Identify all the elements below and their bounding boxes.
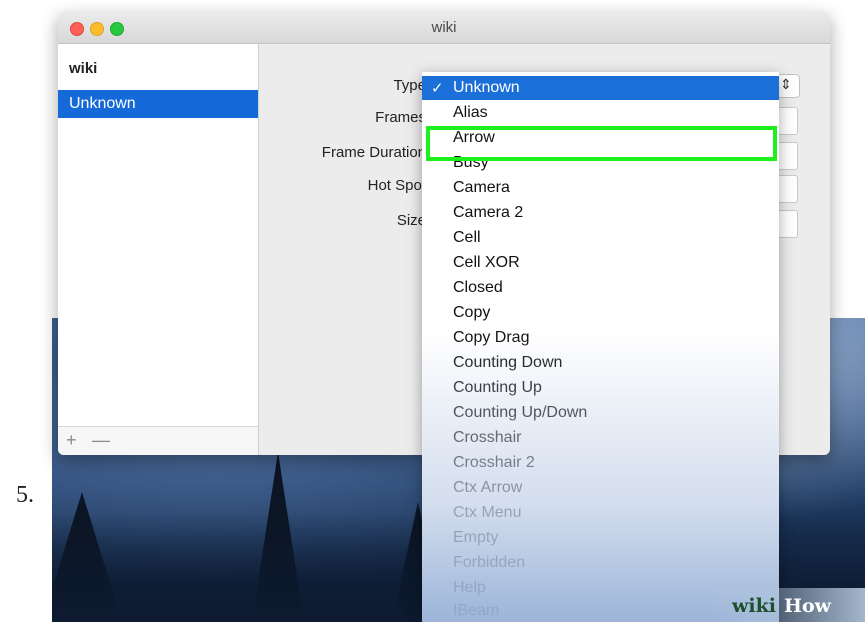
sidebar-footer: + — (58, 426, 258, 455)
menu-item-counting-up-down[interactable]: Counting Up/Down (422, 401, 779, 426)
arrow-highlight-box (426, 126, 777, 161)
menu-item-empty[interactable]: Empty (422, 526, 779, 551)
sidebar-item-label: Unknown (69, 95, 136, 112)
hot-spot-label: Hot Spot (367, 177, 426, 194)
frame-duration-label: Frame Duration (321, 144, 426, 161)
title-bar: wiki (58, 12, 830, 44)
frames-label: Frames (375, 109, 426, 126)
menu-item-ctx-arrow[interactable]: Ctx Arrow (422, 476, 779, 501)
window-title: wiki (431, 19, 457, 36)
popup-arrows-icon: ⇕ (780, 76, 792, 92)
menu-item-ctx-menu[interactable]: Ctx Menu (422, 501, 779, 526)
menu-item-counting-down[interactable]: Counting Down (422, 351, 779, 376)
menu-item-crosshair-2[interactable]: Crosshair 2 (422, 451, 779, 476)
sidebar: wiki Unknown + — (58, 44, 259, 455)
add-button[interactable]: + (66, 430, 77, 451)
sidebar-header: wiki (69, 60, 98, 77)
menu-item-cell-xor[interactable]: Cell XOR (422, 251, 779, 276)
menu-item-crosshair[interactable]: Crosshair (422, 426, 779, 451)
type-label: Type (393, 77, 426, 94)
menu-item-camera-2[interactable]: Camera 2 (422, 201, 779, 226)
size-label: Size (396, 212, 426, 229)
watermark-logo: wiki How (706, 588, 865, 622)
remove-button[interactable]: — (92, 430, 110, 451)
menu-item-cell[interactable]: Cell (422, 226, 779, 251)
menu-item-alias[interactable]: Alias (422, 101, 779, 126)
menu-item-counting-up[interactable]: Counting Up (422, 376, 779, 401)
step-number: 5. (16, 482, 34, 508)
menu-item-camera[interactable]: Camera (422, 176, 779, 201)
menu-item-copy-drag[interactable]: Copy Drag (422, 326, 779, 351)
menu-item-closed[interactable]: Closed (422, 276, 779, 301)
checkmark-icon: ✓ (431, 80, 444, 97)
menu-item-copy[interactable]: Copy (422, 301, 779, 326)
sidebar-item-unknown[interactable]: Unknown (58, 90, 258, 118)
menu-item-forbidden[interactable]: Forbidden (422, 551, 779, 576)
menu-item-unknown[interactable]: ✓ Unknown (422, 76, 779, 100)
